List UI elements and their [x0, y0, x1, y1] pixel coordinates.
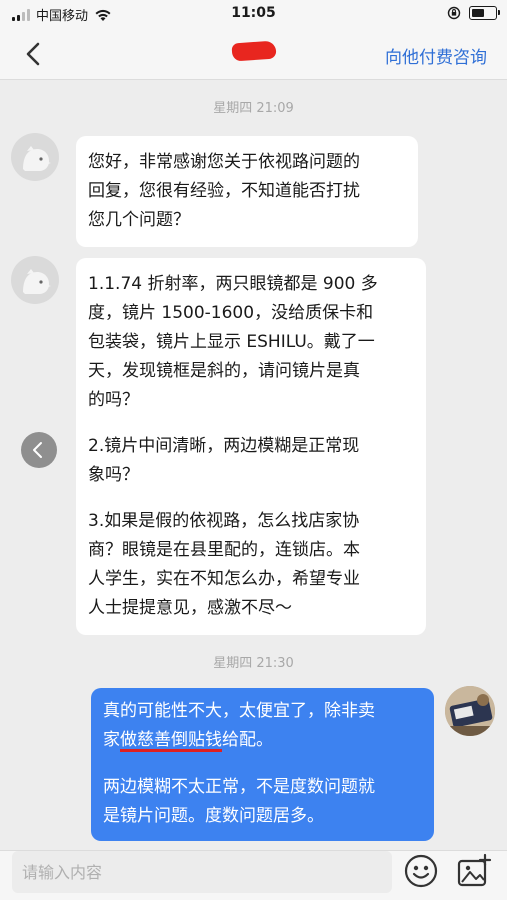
message-line: 真的可能性不大，太便宜了，除非卖: [103, 701, 375, 721]
message-line: 1.1.74 折射率，两只眼镜都是 900 多: [88, 274, 378, 294]
message-line: 2.镜片中间清晰，两边模糊是正常现: [88, 436, 360, 456]
message-text: 您好，非常感谢您关于依视路问题的 回复，您很有经验，不知道能否打扰 您几个问题？: [88, 148, 406, 235]
message-line: 的吗？: [88, 390, 139, 410]
status-bar: 中国移动 11:05: [0, 0, 507, 28]
user-photo-icon: [445, 686, 495, 736]
emoji-icon[interactable]: [403, 853, 439, 889]
chat-area[interactable]: 星期四 21:09 您好，非常感谢您关于依视路问题的 回复，您很有经验，不知道能…: [0, 80, 507, 850]
message-paragraph: 1.1.74 折射率，两只眼镜都是 900 多 度，镜片 1500-1600，没…: [88, 270, 414, 415]
message-line: 两边模糊不太正常，不是度数问题就: [103, 777, 375, 797]
message-line: 人学生，实在不知怎么办，希望专业: [88, 569, 360, 589]
message-line: 回复，您很有经验，不知道能否打扰: [88, 181, 360, 201]
default-avatar-icon: [23, 146, 51, 171]
message-text: 家: [103, 730, 120, 750]
message-input[interactable]: [12, 851, 392, 893]
status-right: [447, 6, 500, 20]
battery-icon: [469, 6, 500, 20]
message-line: 度，镜片 1500-1600，没给质保卡和: [88, 303, 374, 323]
message-paragraph: 两边模糊不太正常，不是度数问题就 是镜片问题。度数问题居多。: [103, 773, 422, 831]
message-line: 包装袋，镜片上显示 ESHILU。戴了一: [88, 332, 375, 352]
message-bubble-incoming[interactable]: 您好，非常感谢您关于依视路问题的 回复，您很有经验，不知道能否打扰 您几个问题？: [76, 136, 418, 247]
message-text: 给配。: [222, 730, 273, 750]
message-bubble-incoming[interactable]: 1.1.74 折射率，两只眼镜都是 900 多 度，镜片 1500-1600，没…: [76, 258, 426, 635]
message-line: 您好，非常感谢您关于依视路问题的: [88, 152, 360, 172]
timestamp: 星期四 21:30: [213, 656, 294, 671]
chevron-left-icon[interactable]: [18, 38, 50, 70]
clock: 11:05: [231, 5, 276, 21]
message-paragraph: 2.镜片中间清晰，两边模糊是正常现 象吗？: [88, 432, 414, 490]
redacted-contact-name: [231, 40, 277, 62]
message-bubble-outgoing[interactable]: 真的可能性不大，太便宜了，除非卖 家做慈善倒贴钱给配。 两边模糊不太正常，不是度…: [91, 688, 434, 841]
message-line: 天，发现镜框是斜的，请问镜片是真: [88, 361, 360, 381]
message-line: 人士提提意见，感激不尽～: [88, 598, 292, 618]
floating-back-button[interactable]: [21, 432, 57, 468]
message-line: 您几个问题？: [88, 210, 190, 230]
contact-avatar[interactable]: [11, 256, 59, 304]
chevron-left-icon: [33, 442, 42, 458]
message-paragraph: 真的可能性不大，太便宜了，除非卖 家做慈善倒贴钱给配。: [103, 697, 422, 755]
timestamp: 星期四 21:09: [213, 101, 294, 116]
default-avatar-icon: [23, 269, 51, 294]
message-line: 3.如果是假的依视路，怎么找店家协: [88, 511, 360, 531]
add-image-icon[interactable]: [456, 853, 492, 889]
input-bar: [0, 850, 507, 900]
orientation-lock-icon: [447, 6, 461, 20]
nav-bar: 向他付费咨询: [0, 28, 507, 80]
highlighted-text: 做慈善倒贴钱: [120, 730, 222, 750]
paid-consult-button[interactable]: 向他付费咨询: [385, 43, 487, 68]
message-paragraph: 3.如果是假的依视路，怎么找店家协 商？眼镜是在县里配的，连锁店。本 人学生，实…: [88, 507, 414, 623]
contact-avatar[interactable]: [11, 133, 59, 181]
message-line: 商？眼镜是在县里配的，连锁店。本: [88, 540, 360, 560]
message-line: 是镜片问题。度数问题居多。: [103, 806, 324, 826]
message-line: 象吗？: [88, 465, 139, 485]
user-avatar[interactable]: [445, 686, 495, 736]
